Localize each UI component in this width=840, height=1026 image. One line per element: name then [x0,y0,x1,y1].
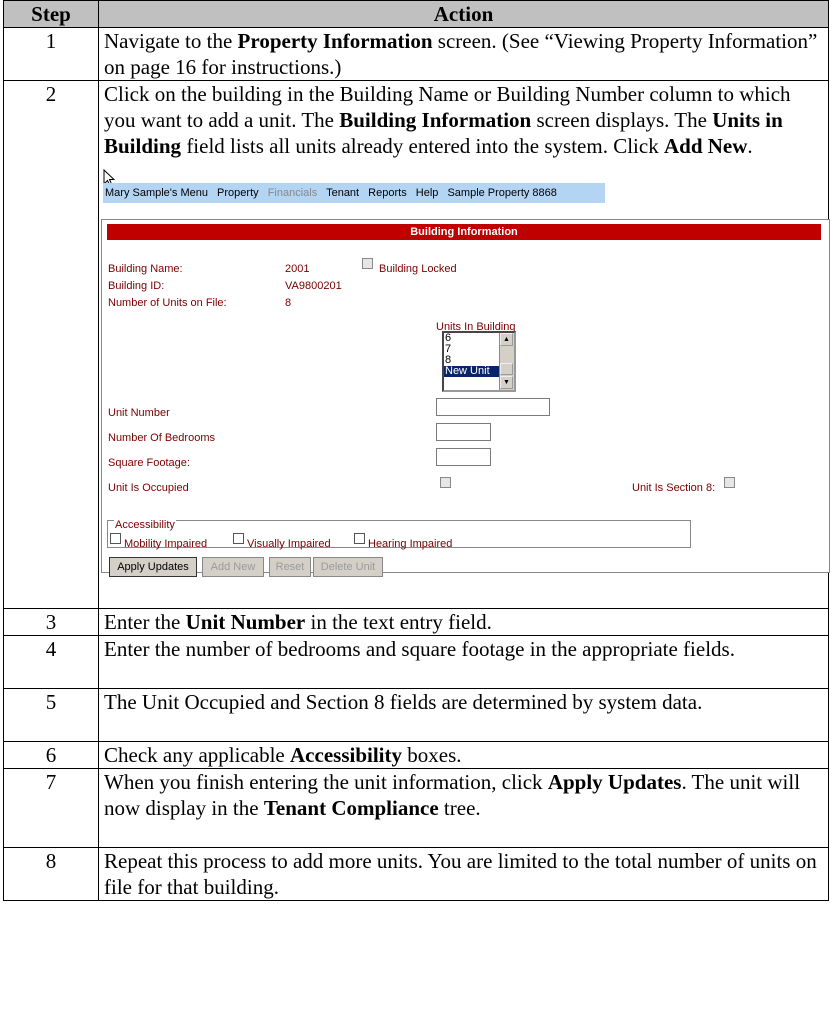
step-number: 3 [3,608,99,636]
menu-item-my-menu[interactable]: Mary Sample's Menu [105,187,208,199]
bedrooms-input[interactable] [436,423,491,441]
step-action: Enter the number of bedrooms and square … [98,635,829,689]
add-new-button[interactable]: Add New [202,557,264,577]
text-run: boxes. [402,743,462,767]
unit-number-label: Unit Number [108,407,170,419]
mobility-impaired-label: Mobility Impaired [124,538,208,550]
units-on-file-label: Number of Units on File: [108,297,227,309]
building-information-panel: Building Information Building Name: 2001… [101,219,830,577]
accessibility-group: Accessibility Mobility Impaired Visually… [107,512,691,550]
text-run: . [747,134,753,158]
step-action: Check any applicable Accessibility boxes… [98,741,829,769]
step-action: Click on the building in the Building Na… [98,80,830,609]
procedure-document: Step Action 1 Navigate to the Property I… [0,0,840,1026]
step-number: 6 [3,741,99,769]
unit-occupied-checkbox[interactable] [440,477,451,488]
bold-term: Property Information [237,29,433,53]
square-footage-label: Square Footage: [108,457,190,469]
menu-item-property-selector[interactable]: Sample Property 8868 [447,187,556,199]
bold-term: Apply Updates [547,770,682,794]
text-run: Navigate to the [104,29,238,53]
visually-impaired-checkbox[interactable] [233,533,244,544]
menu-item-tenant[interactable]: Tenant [326,187,359,199]
step-number: 2 [3,80,99,609]
visually-impaired-label: Visually Impaired [247,538,331,550]
table-row: 5 The Unit Occupied and Section 8 fields… [3,688,829,742]
list-scrollbar[interactable]: ▲ ▼ [499,333,514,390]
unit-section8-checkbox[interactable] [724,477,735,488]
unit-section8-label: Unit Is Section 8: [632,482,716,494]
step-number: 4 [3,635,99,689]
scroll-down-icon[interactable]: ▼ [500,376,513,389]
table-row: 2 Click on the building in the Building … [3,80,830,609]
bold-term: Tenant Compliance [263,796,439,820]
step-number: 5 [3,688,99,742]
text-run: When you finish entering the unit inform… [104,770,548,794]
step-action-text: Click on the building in the Building Na… [104,81,823,159]
scroll-thumb[interactable] [500,363,513,375]
step-action: Navigate to the Property Information scr… [98,27,829,81]
units-on-file-value: 8 [285,297,292,309]
hearing-impaired-label: Hearing Impaired [368,538,453,550]
table-row: 6 Check any applicable Accessibility box… [3,741,829,769]
delete-unit-button[interactable]: Delete Unit [313,557,383,577]
step-column-header: Step [3,0,99,28]
menu-bar: Mary Sample's Menu Property Financials T… [103,183,605,203]
step-number: 7 [3,768,99,848]
text-run: Repeat this process to add more units. Y… [104,849,817,899]
panel-title: Building Information [107,224,821,240]
steps-table: Step Action 1 Navigate to the Property I… [3,0,830,901]
table-row: 3 Enter the Unit Number in the text entr… [3,608,829,636]
text-run: tree. [438,796,481,820]
menu-item-property[interactable]: Property [217,187,259,199]
text-run: screen displays. The [531,108,713,132]
bold-term: Add New [663,134,748,158]
table-header-row: Step Action [3,0,829,28]
step-action: When you finish entering the unit inform… [98,768,829,848]
menu-item-financials[interactable]: Financials [268,187,318,199]
step-number: 1 [3,27,99,81]
bold-term: Accessibility [290,743,402,767]
bold-term: Building Information [339,108,532,132]
table-row: 8 Repeat this process to add more units.… [3,847,829,901]
menu-item-help[interactable]: Help [416,187,439,199]
reset-button[interactable]: Reset [269,557,311,577]
units-in-building-list[interactable]: 6 7 8 New Unit ▲ ▼ [442,331,516,392]
building-information-screenshot: Mary Sample's Menu Property Financials T… [101,169,830,577]
step-action: Repeat this process to add more units. Y… [98,847,829,901]
text-run: field lists all units already entered in… [181,134,664,158]
bold-term: Unit Number [185,610,306,634]
table-row: 7 When you finish entering the unit info… [3,768,829,848]
table-row: 1 Navigate to the Property Information s… [3,27,829,81]
text-run: Enter the [104,610,186,634]
building-locked-label: Building Locked [379,263,457,275]
step-number: 8 [3,847,99,901]
step-action: The Unit Occupied and Section 8 fields a… [98,688,829,742]
text-run: Check any applicable [104,743,291,767]
building-locked-checkbox[interactable] [362,258,373,269]
scroll-up-icon[interactable]: ▲ [500,333,513,346]
table-row: 4 Enter the number of bedrooms and squar… [3,635,829,689]
unit-number-input[interactable] [436,398,550,416]
unit-occupied-label: Unit Is Occupied [108,482,189,494]
step-action: Enter the Unit Number in the text entry … [98,608,829,636]
menu-item-reports[interactable]: Reports [368,187,407,199]
text-run: in the text entry field. [305,610,492,634]
hearing-impaired-checkbox[interactable] [354,533,365,544]
apply-updates-button[interactable]: Apply Updates [109,557,197,577]
building-id-value: VA9800201 [285,280,342,292]
action-column-header: Action [98,0,829,28]
text-run: The Unit Occupied and Section 8 fields a… [104,690,703,714]
bedrooms-label: Number Of Bedrooms [108,432,215,444]
square-footage-input[interactable] [436,448,491,466]
mobility-impaired-checkbox[interactable] [110,533,121,544]
text-run: Enter the number of bedrooms and square … [104,637,735,661]
